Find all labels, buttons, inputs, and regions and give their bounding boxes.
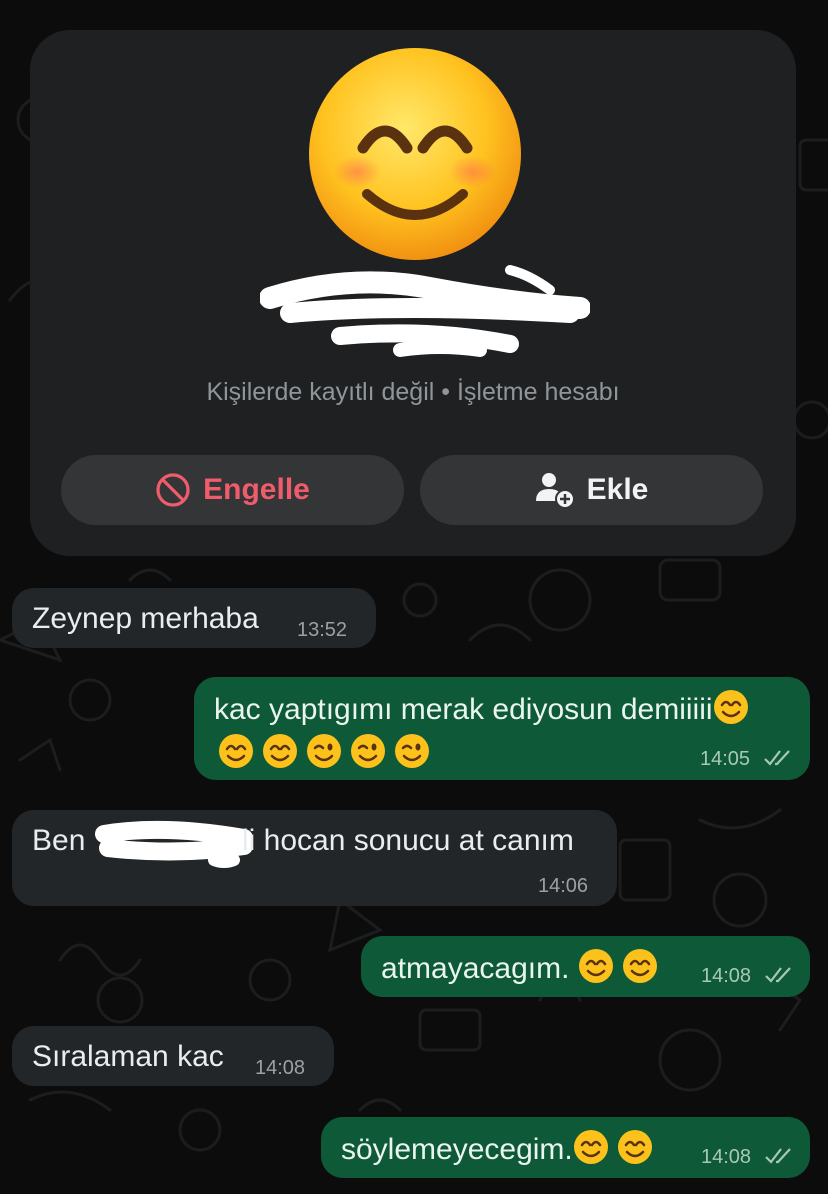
smiling-face-emoji-icon [309,48,521,260]
winking-face-emoji-icon [395,734,429,768]
message-text: Zeynep merhaba [32,602,259,635]
message-text-line: söylemeyecegim. [341,1129,661,1169]
contact-status-subtitle: Kişilerde kayıtlı değil • İşletme hesabı [206,378,620,406]
read-receipt-icon [765,1148,791,1164]
add-contact-button-label: Ekle [586,473,649,506]
read-receipt-icon [765,967,791,983]
message-text-line1: kac yaptıgımı merak ediyosun demiiiii [214,689,757,729]
incoming-message[interactable]: Ben li hocan sonucu at canım 14:06 [12,810,617,906]
message-time: 14:05 [700,748,751,770]
winking-face-emoji-icon [351,734,385,768]
smiling-face-emoji-icon [263,734,297,768]
smiling-face-emoji-icon [219,734,253,768]
message-time: 13:52 [297,619,348,641]
add-contact-icon [535,473,575,509]
block-icon [156,473,190,507]
smiling-face-emoji-icon [578,949,613,983]
message-text: söylemeyecegim. [341,1133,573,1166]
redaction-scribble [260,265,590,357]
contact-info-card: Kişilerde kayıtlı değil • İşletme hesabı… [30,30,796,556]
outgoing-message[interactable]: kac yaptıgımı merak ediyosun demiiiii 14… [194,677,810,780]
smiling-face-emoji-icon [617,1130,652,1164]
message-text: Sıralaman kac [32,1040,224,1073]
read-receipt-icon [764,750,790,766]
smiling-face-emoji-icon [573,1130,608,1164]
add-contact-button[interactable]: Ekle [420,455,763,525]
emoji-row [218,733,438,773]
message-text-start: Ben [32,824,86,857]
outgoing-message[interactable]: atmayacagım. 14:08 [361,936,810,997]
block-button[interactable]: Engelle [61,455,404,525]
winking-face-emoji-icon [307,734,341,768]
redaction-scribble [95,820,253,868]
message-text: atmayacagım. [381,952,578,985]
message-text: kac yaptıgımı merak ediyosun demiiiii [214,693,713,726]
message-text-end: li hocan sonucu at canım [242,824,574,857]
message-text-line: atmayacagım. [381,948,666,988]
message-time: 14:06 [538,875,589,897]
message-time: 14:08 [701,1146,752,1168]
message-time: 14:08 [701,965,752,987]
message-time: 14:08 [255,1057,306,1079]
incoming-message[interactable]: Sıralaman kac 14:08 [12,1026,334,1086]
incoming-message[interactable]: Zeynep merhaba 13:52 [12,588,376,648]
outgoing-message[interactable]: söylemeyecegim. 14:08 [321,1117,810,1178]
smiling-face-emoji-icon [622,949,657,983]
smiling-face-emoji-icon [713,690,748,724]
block-button-label: Engelle [203,473,310,506]
